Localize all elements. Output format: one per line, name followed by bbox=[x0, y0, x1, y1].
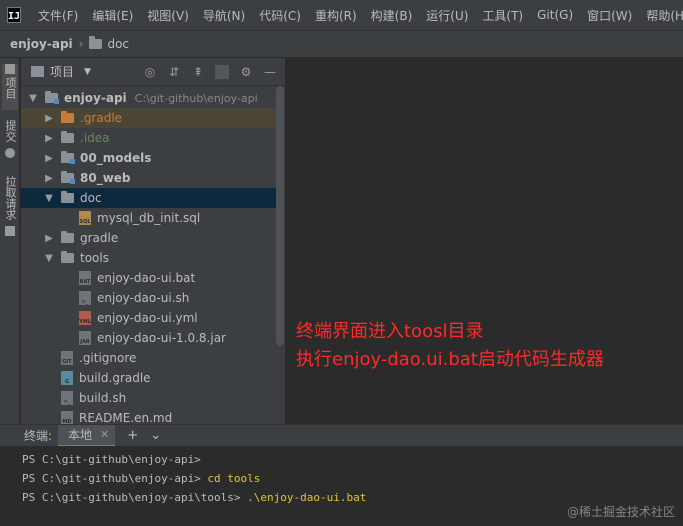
terminal-prompt: PS C:\git-github\enjoy-api\tools> bbox=[22, 491, 241, 504]
terminal-prompt: PS C:\git-github\enjoy-api> bbox=[22, 453, 201, 466]
terminal-header: 终端: 本地 ✕ + ⌄ bbox=[0, 424, 683, 447]
add-terminal-icon[interactable]: + bbox=[127, 428, 138, 443]
terminal-command: cd tools bbox=[200, 472, 261, 485]
terminal-line: PS C:\git-github\enjoy-api> bbox=[22, 450, 683, 469]
terminal-tab-local[interactable]: 本地 ✕ bbox=[58, 424, 116, 447]
terminal-line: PS C:\git-github\enjoy-api> cd tools bbox=[22, 469, 683, 488]
terminal-command: .\enjoy-dao-ui.bat bbox=[240, 491, 367, 504]
watermark: @稀土掘金技术社区 bbox=[566, 505, 675, 519]
terminal-title: 终端: bbox=[24, 429, 53, 443]
chevron-down-icon[interactable]: ⌄ bbox=[150, 428, 161, 443]
terminal-prompt: PS C:\git-github\enjoy-api> bbox=[22, 472, 201, 485]
terminal-tab-label: 本地 bbox=[68, 428, 93, 442]
close-icon[interactable]: ✕ bbox=[100, 428, 109, 441]
